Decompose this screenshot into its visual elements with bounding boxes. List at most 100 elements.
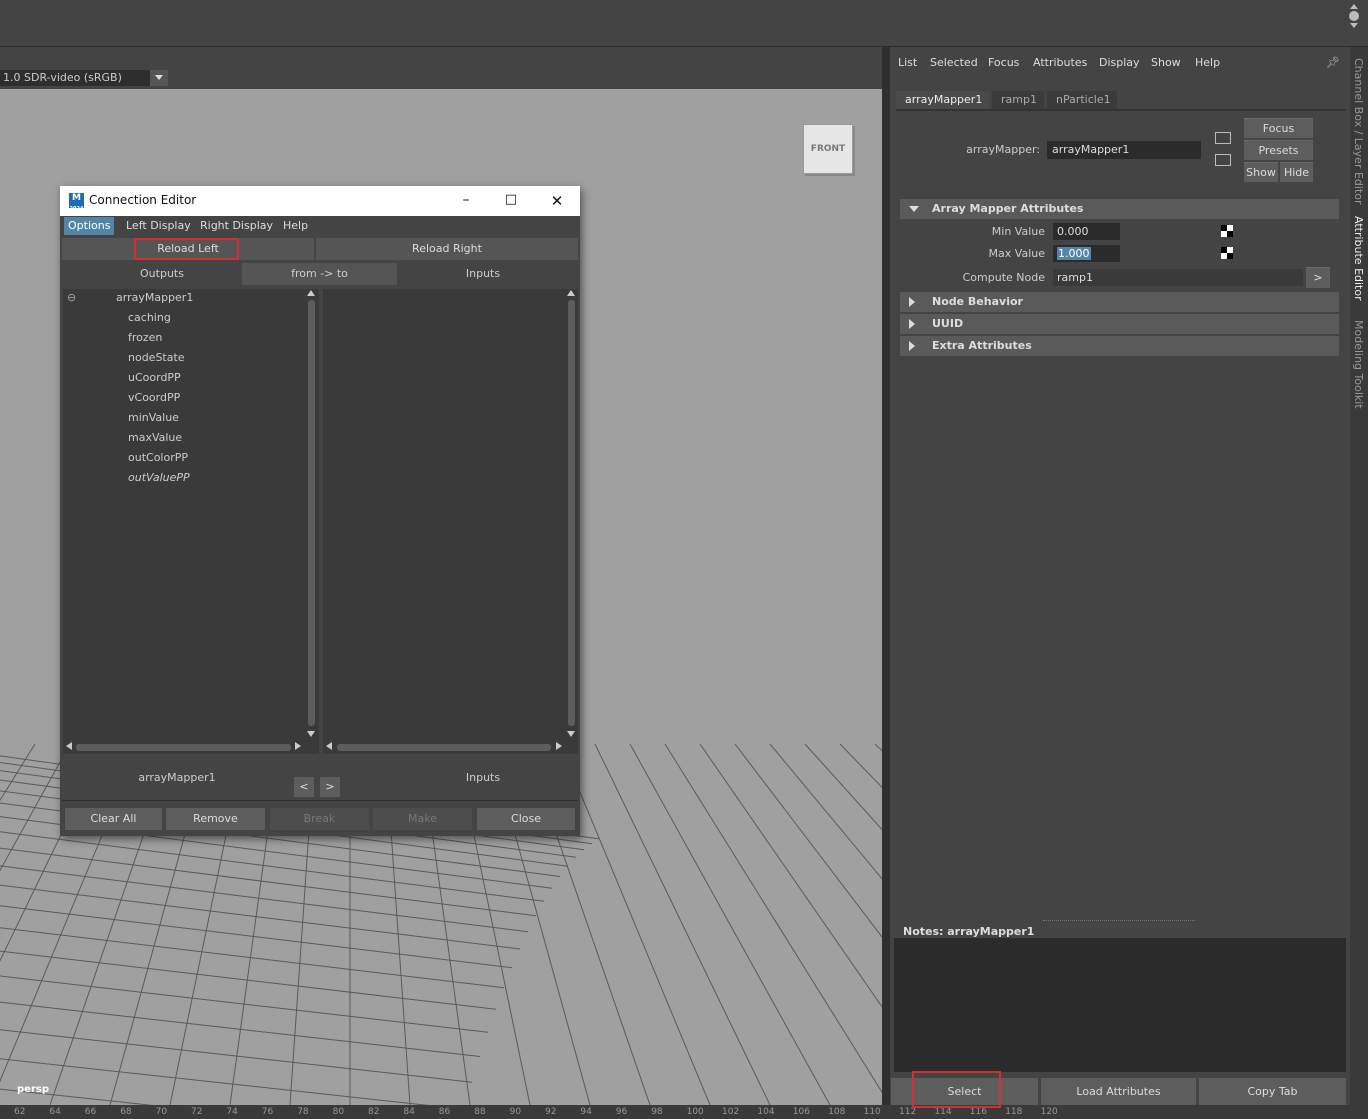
right-attribute-list[interactable]	[323, 289, 578, 754]
right-list-vscrollbar[interactable]	[568, 300, 575, 726]
section-array-mapper-attributes[interactable]: Array Mapper Attributes	[900, 199, 1339, 219]
load-attributes-button[interactable]: Load Attributes	[1041, 1078, 1196, 1105]
notes-textarea[interactable]	[894, 938, 1346, 1072]
grid-line	[0, 1029, 473, 1083]
scroll-right-icon[interactable]	[556, 742, 562, 750]
timeline[interactable]: 62 64 66 68 70 72 74 76 78 80 82 84 86 88 90 92 94 96 98 10…	[0, 1105, 1368, 1119]
timeline-tick: 86	[438, 1107, 451, 1117]
menu-left-display[interactable]: Left Display	[122, 217, 195, 235]
break-button[interactable]: Break	[270, 808, 369, 830]
right-list-hscrollbar[interactable]	[337, 744, 551, 751]
scroll-down-icon[interactable]	[567, 731, 575, 737]
list-item[interactable]: maxValue	[128, 431, 182, 444]
notes-resize-handle[interactable]	[1043, 920, 1195, 923]
menu-selected[interactable]: Selected	[930, 56, 978, 69]
list-item[interactable]: outColorPP	[128, 451, 188, 464]
list-item[interactable]: nodeState	[128, 351, 185, 364]
side-tab-attribute-editor[interactable]: Attribute Editor	[1352, 216, 1365, 301]
tab-ramp1[interactable]: ramp1	[992, 91, 1044, 109]
tab-nparticle1[interactable]: nParticle1	[1047, 91, 1117, 109]
direction-toggle-button[interactable]: from -> to	[242, 263, 397, 285]
menu-list[interactable]: List	[898, 56, 917, 69]
menu-help[interactable]: Help	[1195, 56, 1220, 69]
grid-line	[804, 743, 882, 831]
chevron-down-icon	[155, 75, 163, 80]
shelf-scroll-arrows[interactable]	[1346, 2, 1362, 36]
compute-node-label: Compute Node	[962, 271, 1045, 284]
section-extra-attributes[interactable]: Extra Attributes	[900, 336, 1339, 356]
pin-icon[interactable]: 📌︎	[1326, 56, 1340, 70]
menu-attributes[interactable]: Attributes	[1033, 56, 1087, 69]
remove-button[interactable]: Remove	[166, 808, 265, 830]
scroll-up-icon[interactable]	[307, 290, 315, 296]
side-tab-modeling-toolkit[interactable]: Modeling Toolkit	[1352, 320, 1365, 409]
make-button[interactable]: Make	[373, 808, 472, 830]
prev-node-button[interactable]: <	[294, 777, 314, 797]
show-button[interactable]: Show	[1244, 162, 1278, 182]
menu-right-display[interactable]: Right Display	[196, 217, 277, 235]
list-item[interactable]: frozen	[128, 331, 162, 344]
scroll-left-icon[interactable]	[326, 742, 332, 750]
scroll-down-icon[interactable]	[1350, 23, 1358, 28]
min-value-field[interactable]: 0.000	[1053, 223, 1120, 240]
grid-line	[0, 865, 529, 933]
hide-button[interactable]: Hide	[1280, 162, 1313, 182]
section-node-behavior[interactable]: Node Behavior	[900, 292, 1339, 312]
max-value-field[interactable]: 1.000	[1053, 245, 1120, 262]
side-tab-channel-box[interactable]: Channel Box / Layer Editor	[1352, 58, 1365, 205]
close-button[interactable]: Close	[477, 808, 575, 830]
list-root-node[interactable]: arrayMapper1	[116, 291, 193, 304]
list-item[interactable]: uCoordPP	[128, 371, 181, 384]
scroll-right-icon[interactable]	[295, 742, 301, 750]
menu-options[interactable]: Options	[64, 217, 115, 235]
output-connections-icon[interactable]	[1215, 154, 1231, 166]
left-list-vscrollbar[interactable]	[308, 300, 315, 726]
menu-show[interactable]: Show	[1151, 56, 1181, 69]
panel-divider[interactable]	[882, 47, 890, 1105]
input-connections-icon[interactable]	[1215, 132, 1231, 144]
scroll-up-icon[interactable]	[567, 290, 575, 296]
copy-tab-button[interactable]: Copy Tab	[1199, 1078, 1346, 1105]
view-cube-label: FRONT	[810, 144, 846, 154]
min-value-label: Min Value	[991, 225, 1045, 238]
color-space-dropdown-arrow[interactable]	[150, 70, 168, 86]
map-button-icon[interactable]	[1221, 247, 1233, 259]
list-item[interactable]: vCoordPP	[128, 391, 180, 404]
grid-line	[0, 1088, 154, 1105]
timeline-tick: 64	[49, 1107, 61, 1117]
presets-button[interactable]: Presets	[1244, 140, 1313, 160]
list-item[interactable]: minValue	[128, 411, 179, 424]
collapse-node-icon[interactable]: ⊖	[67, 291, 76, 304]
grid-line	[0, 905, 513, 969]
map-button-icon[interactable]	[1221, 225, 1233, 237]
section-uuid[interactable]: UUID	[900, 314, 1339, 334]
grid-line	[664, 743, 882, 1094]
list-item[interactable]: outValuePP	[128, 471, 190, 484]
scroll-up-icon[interactable]	[1350, 4, 1358, 9]
tab-arraymapper1[interactable]: arrayMapper1	[896, 91, 989, 109]
list-item[interactable]: caching	[128, 311, 171, 324]
node-name-field[interactable]: arrayMapper1	[1047, 141, 1201, 159]
left-attribute-list[interactable]	[63, 289, 319, 754]
color-space-dropdown[interactable]: 1.0 SDR-video (sRGB)	[0, 70, 168, 86]
scroll-left-icon[interactable]	[66, 742, 72, 750]
left-list-hscrollbar[interactable]	[76, 744, 291, 751]
menu-focus[interactable]: Focus	[988, 56, 1019, 69]
clear-all-button[interactable]: Clear All	[65, 808, 162, 830]
next-node-button[interactable]: >	[320, 777, 340, 797]
focus-button[interactable]: Focus	[1244, 118, 1313, 138]
compute-node-nav-button[interactable]: >	[1306, 267, 1330, 288]
highlight-select-button	[912, 1071, 1001, 1108]
scroll-down-icon[interactable]	[307, 731, 315, 737]
close-icon[interactable]: ✕	[547, 192, 567, 210]
view-cube[interactable]: FRONT	[803, 124, 853, 174]
menu-help[interactable]: Help	[279, 217, 312, 235]
minimize-icon[interactable]: –	[456, 192, 476, 208]
node-tabs: arrayMapper1 ramp1 nParticle1	[896, 91, 1346, 111]
menu-display[interactable]: Display	[1099, 56, 1140, 69]
timeline-tick: 92	[545, 1107, 557, 1117]
compute-node-field[interactable]: ramp1	[1053, 269, 1303, 286]
maximize-icon[interactable]: □	[501, 192, 521, 207]
reload-right-button[interactable]: Reload Right	[316, 238, 578, 260]
timeline-tick: 118	[1005, 1107, 1023, 1117]
